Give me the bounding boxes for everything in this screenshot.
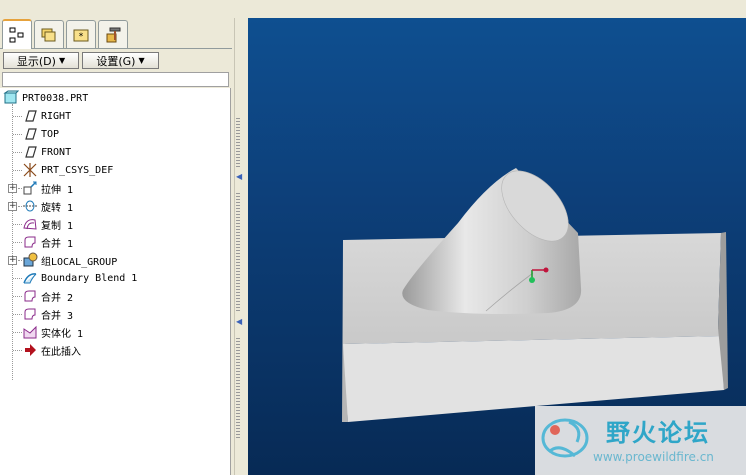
tree-item-csys[interactable]: PRT_CSYS_DEF: [22, 161, 113, 179]
hammer-icon: [106, 27, 121, 42]
boundary-blend-icon: [22, 270, 38, 286]
splitter-grip: [236, 193, 240, 313]
insert-here-arrow-icon: [22, 342, 38, 358]
watermark-title: 野火论坛: [606, 419, 710, 447]
tree-item-label: 拉伸 1: [41, 184, 74, 196]
tree-connector: [13, 170, 22, 171]
part-icon: [3, 90, 19, 106]
navigator-panel: * 显示(D) ▼ 设置(G) ▼ PRT0038.PRT RIGHT TOP …: [0, 18, 234, 475]
tree-item-label: 合并 3: [41, 310, 74, 322]
collapse-left-arrow-icon[interactable]: ◀: [236, 173, 242, 181]
chevron-down-icon: ▼: [138, 56, 145, 65]
svg-text:*: *: [79, 32, 84, 42]
tree-connector: [13, 296, 22, 297]
tree-item-label: 组LOCAL_GROUP: [41, 256, 118, 268]
tree-item-group[interactable]: 组LOCAL_GROUP: [22, 251, 117, 269]
tree-item-label: FRONT: [41, 146, 72, 158]
tree-item-boundary-blend[interactable]: Boundary Blend 1: [22, 269, 137, 287]
tree-toolbar: 显示(D) ▼ 设置(G) ▼: [0, 48, 232, 70]
tree-item-merge-2[interactable]: 合并 2: [22, 287, 73, 305]
panel-splitter[interactable]: ◀ ◀: [234, 18, 248, 475]
tree-connector: [13, 242, 22, 243]
merge-icon: [22, 306, 38, 322]
tree-item-label: 合并 2: [41, 292, 74, 304]
expand-toggle[interactable]: +: [8, 184, 17, 193]
tree-item-top[interactable]: TOP: [22, 125, 59, 143]
tree-item-label: 旋转 1: [41, 202, 74, 214]
tree-item-label: 在此插入: [41, 346, 81, 358]
solidify-icon: [22, 324, 38, 340]
tree-item-extrude[interactable]: 拉伸 1: [22, 179, 73, 197]
tree-item-right[interactable]: RIGHT: [22, 107, 71, 125]
tree-root-item[interactable]: PRT0038.PRT: [3, 89, 88, 107]
settings-dropdown-label: 设置(G): [96, 54, 136, 68]
chevron-down-icon: ▼: [58, 56, 66, 65]
model-tree-icon: [9, 27, 24, 43]
favorites-tab[interactable]: *: [66, 20, 96, 48]
tree-filter-bar[interactable]: [2, 72, 229, 87]
tree-root-label: PRT0038.PRT: [22, 92, 89, 104]
favorites-icon: *: [73, 29, 89, 42]
tree-connector: [13, 116, 22, 117]
tree-item-copy[interactable]: 复制 1: [22, 215, 73, 233]
tree-item-label: RIGHT: [41, 110, 72, 122]
window-top-strip: [0, 0, 746, 18]
tree-item-insert-here[interactable]: 在此插入: [22, 341, 81, 359]
revolve-icon: [22, 198, 38, 214]
datum-plane-icon: [22, 126, 38, 142]
splitter-grip: [236, 338, 240, 438]
watermark: 野火论坛 www.proewildfire.cn: [535, 406, 746, 475]
tree-connector: [13, 332, 22, 333]
tree-item-solidify[interactable]: 实体化 1: [22, 323, 83, 341]
expand-toggle[interactable]: +: [8, 256, 17, 265]
forum-logo-icon: [541, 418, 589, 458]
tree-connector: [13, 278, 22, 279]
tree-item-front[interactable]: FRONT: [22, 143, 71, 161]
copy-surface-icon: [22, 216, 38, 232]
group-icon: [22, 252, 38, 268]
settings-dropdown-button[interactable]: 设置(G) ▼: [82, 52, 159, 69]
model-tree: PRT0038.PRT RIGHT TOP FRONT PRT_CSYS_DEF…: [0, 88, 231, 475]
folder-browser-tab[interactable]: [34, 20, 64, 48]
show-dropdown-label: 显示(D): [16, 54, 56, 68]
extrude-icon: [22, 180, 38, 196]
folders-icon: [41, 28, 56, 41]
tree-connector: [13, 152, 22, 153]
tree-connector: [13, 134, 22, 135]
tree-connector: [13, 350, 22, 351]
tree-item-label: TOP: [41, 128, 60, 140]
tree-connector: [13, 314, 22, 315]
tree-item-label: 实体化 1: [41, 328, 84, 340]
show-dropdown-button[interactable]: 显示(D) ▼: [3, 52, 79, 69]
watermark-url: www.proewildfire.cn: [593, 450, 714, 464]
connections-tab[interactable]: [98, 20, 128, 48]
tree-item-label: PRT_CSYS_DEF: [41, 164, 114, 176]
merge-icon: [22, 234, 38, 250]
tree-connector: [13, 224, 22, 225]
tree-item-merge-3[interactable]: 合并 3: [22, 305, 73, 323]
tree-item-revolve[interactable]: 旋转 1: [22, 197, 73, 215]
tree-item-label: 复制 1: [41, 220, 74, 232]
merge-icon: [22, 288, 38, 304]
tree-item-label: 合并 1: [41, 238, 74, 250]
tree-item-label: Boundary Blend 1: [41, 272, 138, 284]
datum-plane-icon: [22, 144, 38, 160]
splitter-grip: [236, 118, 240, 168]
tree-item-merge-1[interactable]: 合并 1: [22, 233, 73, 251]
collapse-left-arrow-icon[interactable]: ◀: [236, 318, 242, 326]
model-tree-tab[interactable]: [2, 19, 32, 49]
csys-origin: [529, 277, 535, 283]
expand-toggle[interactable]: +: [8, 202, 17, 211]
datum-plane-icon: [22, 108, 38, 124]
csys-x-point: [543, 267, 549, 273]
csys-icon: [22, 162, 38, 178]
